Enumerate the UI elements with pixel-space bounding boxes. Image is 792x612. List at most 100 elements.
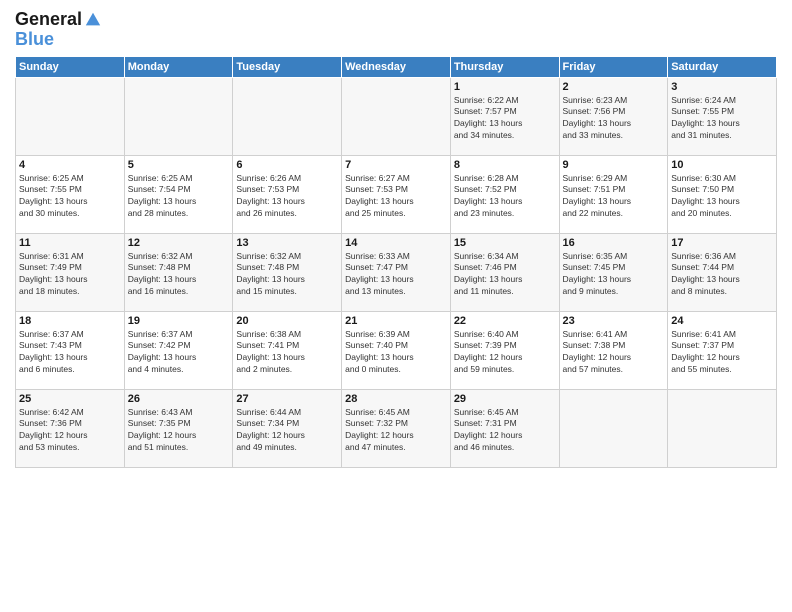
week-row-2: 4 Sunrise: 6:25 AM Sunset: 7:55 PM Daylig… bbox=[16, 155, 777, 233]
col-sunday: Sunday bbox=[16, 56, 125, 77]
day-number: 6 bbox=[236, 159, 338, 171]
col-wednesday: Wednesday bbox=[342, 56, 451, 77]
day-number: 16 bbox=[563, 237, 665, 249]
col-monday: Monday bbox=[124, 56, 233, 77]
day-number: 11 bbox=[19, 237, 121, 249]
day-cell: 17Sunrise: 6:36 AM Sunset: 7:44 PM Dayli… bbox=[668, 233, 777, 311]
day-number: 3 bbox=[671, 81, 773, 93]
day-cell: 1 Sunrise: 6:22 AM Sunset: 7:57 PM Daylig… bbox=[450, 77, 559, 155]
day-cell: 7 Sunrise: 6:27 AM Sunset: 7:53 PM Daylig… bbox=[342, 155, 451, 233]
day-info: Sunrise: 6:25 AM Sunset: 7:55 PM Dayligh… bbox=[19, 173, 121, 221]
col-saturday: Saturday bbox=[668, 56, 777, 77]
day-number: 18 bbox=[19, 315, 121, 327]
day-number: 8 bbox=[454, 159, 556, 171]
logo-icon bbox=[84, 11, 102, 29]
day-number: 19 bbox=[128, 315, 230, 327]
day-number: 12 bbox=[128, 237, 230, 249]
day-info: Sunrise: 6:42 AM Sunset: 7:36 PM Dayligh… bbox=[19, 407, 121, 455]
logo: General Blue bbox=[15, 10, 102, 50]
logo-general: General bbox=[15, 10, 82, 30]
day-number: 24 bbox=[671, 315, 773, 327]
day-info: Sunrise: 6:25 AM Sunset: 7:54 PM Dayligh… bbox=[128, 173, 230, 221]
day-number: 2 bbox=[563, 81, 665, 93]
day-info: Sunrise: 6:40 AM Sunset: 7:39 PM Dayligh… bbox=[454, 329, 556, 377]
day-cell: 29 Sunrise: 6:45 AM Sunset: 7:31 PM Dayli… bbox=[450, 389, 559, 467]
day-cell: 11 Sunrise: 6:31 AM Sunset: 7:49 PM Dayli… bbox=[16, 233, 125, 311]
day-info: Sunrise: 6:34 AM Sunset: 7:46 PM Dayligh… bbox=[454, 251, 556, 299]
day-info: Sunrise: 6:26 AM Sunset: 7:53 PM Dayligh… bbox=[236, 173, 338, 221]
day-number: 25 bbox=[19, 393, 121, 405]
col-tuesday: Tuesday bbox=[233, 56, 342, 77]
day-cell bbox=[233, 77, 342, 155]
col-friday: Friday bbox=[559, 56, 668, 77]
day-number: 5 bbox=[128, 159, 230, 171]
day-number: 10 bbox=[671, 159, 773, 171]
day-info: Sunrise: 6:31 AM Sunset: 7:49 PM Dayligh… bbox=[19, 251, 121, 299]
day-number: 28 bbox=[345, 393, 447, 405]
day-info: Sunrise: 6:37 AM Sunset: 7:42 PM Dayligh… bbox=[128, 329, 230, 377]
day-cell: 24 Sunrise: 6:41 AM Sunset: 7:37 PM Dayli… bbox=[668, 311, 777, 389]
day-info: Sunrise: 6:45 AM Sunset: 7:32 PM Dayligh… bbox=[345, 407, 447, 455]
day-info: Sunrise: 6:27 AM Sunset: 7:53 PM Dayligh… bbox=[345, 173, 447, 221]
day-cell bbox=[342, 77, 451, 155]
day-cell: 25 Sunrise: 6:42 AM Sunset: 7:36 PM Dayli… bbox=[16, 389, 125, 467]
day-info: Sunrise: 6:22 AM Sunset: 7:57 PM Dayligh… bbox=[454, 95, 556, 143]
day-info: Sunrise: 6:35 AM Sunset: 7:45 PM Dayligh… bbox=[563, 251, 665, 299]
day-info: Sunrise: 6:24 AM Sunset: 7:55 PM Dayligh… bbox=[671, 95, 773, 143]
day-info: Sunrise: 6:38 AM Sunset: 7:41 PM Dayligh… bbox=[236, 329, 338, 377]
day-number: 22 bbox=[454, 315, 556, 327]
day-number: 23 bbox=[563, 315, 665, 327]
day-cell: 26 Sunrise: 6:43 AM Sunset: 7:35 PM Dayli… bbox=[124, 389, 233, 467]
day-cell: 3 Sunrise: 6:24 AM Sunset: 7:55 PM Daylig… bbox=[668, 77, 777, 155]
day-info: Sunrise: 6:39 AM Sunset: 7:40 PM Dayligh… bbox=[345, 329, 447, 377]
day-cell: 12Sunrise: 6:32 AM Sunset: 7:48 PM Dayli… bbox=[124, 233, 233, 311]
day-number: 4 bbox=[19, 159, 121, 171]
day-number: 7 bbox=[345, 159, 447, 171]
day-info: Sunrise: 6:43 AM Sunset: 7:35 PM Dayligh… bbox=[128, 407, 230, 455]
day-number: 20 bbox=[236, 315, 338, 327]
day-cell: 4 Sunrise: 6:25 AM Sunset: 7:55 PM Daylig… bbox=[16, 155, 125, 233]
day-number: 13 bbox=[236, 237, 338, 249]
day-cell: 8 Sunrise: 6:28 AM Sunset: 7:52 PM Daylig… bbox=[450, 155, 559, 233]
day-cell: 20 Sunrise: 6:38 AM Sunset: 7:41 PM Dayli… bbox=[233, 311, 342, 389]
logo-blue: Blue bbox=[15, 30, 102, 50]
day-cell: 18 Sunrise: 6:37 AM Sunset: 7:43 PM Dayli… bbox=[16, 311, 125, 389]
header-row: Sunday Monday Tuesday Wednesday Thursday… bbox=[16, 56, 777, 77]
day-cell bbox=[124, 77, 233, 155]
week-row-1: 1 Sunrise: 6:22 AM Sunset: 7:57 PM Daylig… bbox=[16, 77, 777, 155]
day-cell: 21Sunrise: 6:39 AM Sunset: 7:40 PM Dayli… bbox=[342, 311, 451, 389]
day-cell: 19 Sunrise: 6:37 AM Sunset: 7:42 PM Dayli… bbox=[124, 311, 233, 389]
day-info: Sunrise: 6:29 AM Sunset: 7:51 PM Dayligh… bbox=[563, 173, 665, 221]
day-cell: 23Sunrise: 6:41 AM Sunset: 7:38 PM Dayli… bbox=[559, 311, 668, 389]
day-info: Sunrise: 6:33 AM Sunset: 7:47 PM Dayligh… bbox=[345, 251, 447, 299]
day-cell: 15Sunrise: 6:34 AM Sunset: 7:46 PM Dayli… bbox=[450, 233, 559, 311]
day-number: 1 bbox=[454, 81, 556, 93]
day-number: 9 bbox=[563, 159, 665, 171]
week-row-5: 25 Sunrise: 6:42 AM Sunset: 7:36 PM Dayli… bbox=[16, 389, 777, 467]
day-number: 14 bbox=[345, 237, 447, 249]
day-cell: 2 Sunrise: 6:23 AM Sunset: 7:56 PM Daylig… bbox=[559, 77, 668, 155]
calendar-table: Sunday Monday Tuesday Wednesday Thursday… bbox=[15, 56, 777, 468]
week-row-4: 18 Sunrise: 6:37 AM Sunset: 7:43 PM Dayli… bbox=[16, 311, 777, 389]
day-info: Sunrise: 6:41 AM Sunset: 7:37 PM Dayligh… bbox=[671, 329, 773, 377]
week-row-3: 11 Sunrise: 6:31 AM Sunset: 7:49 PM Dayli… bbox=[16, 233, 777, 311]
day-cell: 14 Sunrise: 6:33 AM Sunset: 7:47 PM Dayli… bbox=[342, 233, 451, 311]
day-info: Sunrise: 6:23 AM Sunset: 7:56 PM Dayligh… bbox=[563, 95, 665, 143]
day-cell: 10Sunrise: 6:30 AM Sunset: 7:50 PM Dayli… bbox=[668, 155, 777, 233]
day-cell bbox=[16, 77, 125, 155]
day-number: 27 bbox=[236, 393, 338, 405]
day-info: Sunrise: 6:32 AM Sunset: 7:48 PM Dayligh… bbox=[236, 251, 338, 299]
day-info: Sunrise: 6:37 AM Sunset: 7:43 PM Dayligh… bbox=[19, 329, 121, 377]
day-cell: 5 Sunrise: 6:25 AM Sunset: 7:54 PM Daylig… bbox=[124, 155, 233, 233]
day-cell: 16 Sunrise: 6:35 AM Sunset: 7:45 PM Dayli… bbox=[559, 233, 668, 311]
day-number: 29 bbox=[454, 393, 556, 405]
day-cell: 28 Sunrise: 6:45 AM Sunset: 7:32 PM Dayli… bbox=[342, 389, 451, 467]
day-cell: 13 Sunrise: 6:32 AM Sunset: 7:48 PM Dayli… bbox=[233, 233, 342, 311]
page: General Blue Sunday Monday Tuesday Wedne… bbox=[0, 0, 792, 478]
day-cell bbox=[668, 389, 777, 467]
day-info: Sunrise: 6:28 AM Sunset: 7:52 PM Dayligh… bbox=[454, 173, 556, 221]
day-cell: 6 Sunrise: 6:26 AM Sunset: 7:53 PM Daylig… bbox=[233, 155, 342, 233]
day-cell: 9 Sunrise: 6:29 AM Sunset: 7:51 PM Daylig… bbox=[559, 155, 668, 233]
day-info: Sunrise: 6:45 AM Sunset: 7:31 PM Dayligh… bbox=[454, 407, 556, 455]
day-number: 26 bbox=[128, 393, 230, 405]
